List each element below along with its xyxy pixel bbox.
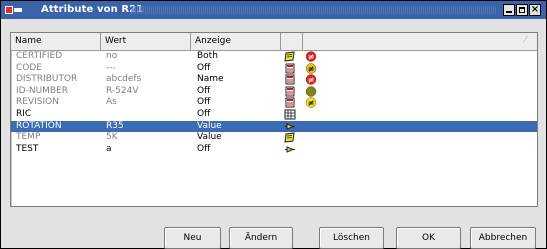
title-bar[interactable]: Attribute von R21 × [1,1,546,19]
not-equal-red-circle-icon: ≠ [305,74,317,85]
table-row[interactable]: REVISION As Off ≠ [11,97,537,109]
table-row[interactable]: TEMP 5K Value [11,132,537,144]
cell-name: REVISION [16,97,59,108]
not-equal-yellow-circle-icon: ≠ [305,62,317,74]
column-header-status[interactable] [303,33,537,50]
cell-anzeige: Value [197,120,222,131]
pin-icon[interactable] [284,121,296,132]
delete-button[interactable]: Löschen [319,227,384,249]
page-icon[interactable] [284,74,296,85]
cell-name: ID-NUMBER [16,85,69,96]
cell-wert: a [106,143,112,154]
page-icon[interactable] [284,97,296,108]
change-button[interactable]: Ändern [229,227,293,249]
cancel-button-label: Abbrechen [478,233,528,243]
delete-button-label: Löschen [333,233,370,243]
window-title: Attribute von R21 [41,4,144,15]
close-icon: × [530,4,540,15]
table-row[interactable]: TEST a Off [11,144,537,156]
cell-anzeige: Off [197,85,211,96]
table-row[interactable]: DISTRIBUTOR abcdefs Name ≠ [11,74,537,86]
title-bar-pattern [131,6,496,14]
cell-wert: 5K [106,132,118,143]
folder-note-icon[interactable] [284,51,296,62]
minimize-icon [506,11,512,13]
new-button-label: Neu [183,233,202,243]
not-equal-red-circle-icon: ≠ [305,51,317,62]
close-button[interactable]: × [529,4,541,16]
column-header-anzeige[interactable]: Anzeige [191,33,281,50]
table-row[interactable]: CERTIFIED no Both ≠ [11,51,537,63]
ok-button[interactable]: OK [396,227,461,249]
change-button-label: Ändern [244,233,278,243]
cell-name: CERTIFIED [16,51,63,61]
svg-text:≠: ≠ [308,64,315,73]
attribute-table: Name Wert Anzeige ⁄ CERTIFIED no Both ≠ CODE… [10,32,538,207]
table-row[interactable]: CODE --- Off ≠ [11,63,537,75]
cell-anzeige: Name [197,74,224,85]
cell-name: RIC [16,108,32,119]
page-icon[interactable] [284,86,296,97]
minimize-button[interactable] [503,4,515,16]
cell-wert: R-524V [106,85,139,96]
cell-name: ROTATION [16,120,62,131]
cell-name: TEST [16,143,39,154]
cell-name: DISTRIBUTOR [16,74,78,85]
cell-wert: R35 [106,120,124,131]
new-button[interactable]: Neu [164,227,221,249]
table-row[interactable]: ID-NUMBER R-524V Off [11,86,537,98]
ok-button-label: OK [422,233,435,243]
column-header-wert[interactable]: Wert [101,33,191,50]
cell-name: CODE [16,62,42,73]
table-body: CERTIFIED no Both ≠ CODE --- Off ≠ DISTRIBUTOR ab… [11,51,537,155]
olive-circle-icon [305,86,317,97]
window-menu-icon[interactable] [5,5,23,15]
cancel-button[interactable]: Abbrechen [470,227,536,249]
cell-name: TEMP [16,132,41,143]
grid-icon[interactable] [284,109,296,120]
folder-note-icon[interactable] [284,132,296,143]
svg-text:≠: ≠ [308,53,315,62]
column-sort-icon: ⁄ [524,35,526,46]
cell-anzeige: Both [197,51,218,61]
cell-wert: abcdefs [106,74,142,85]
attribute-dialog: Attribute von R21 × Name Wert Anzeige ⁄ … [0,0,547,249]
table-row[interactable]: RIC Off [11,109,537,121]
table-header: Name Wert Anzeige ⁄ [11,33,537,51]
column-header-icon[interactable] [281,33,303,50]
page-icon[interactable] [284,63,296,74]
cell-anzeige: Off [197,143,211,154]
pin-icon[interactable] [284,144,296,155]
maximize-icon [519,7,525,13]
svg-text:≠: ≠ [308,76,315,85]
cell-anzeige: Off [197,97,211,108]
cell-anzeige: Off [197,62,211,73]
cell-anzeige: Off [197,108,211,119]
cell-wert: As [106,97,117,108]
not-equal-yellow-circle-icon: ≠ [305,97,317,109]
cell-wert: --- [106,62,116,73]
cell-anzeige: Value [197,132,222,143]
svg-text:≠: ≠ [308,99,315,108]
cell-wert: no [106,51,118,61]
maximize-button[interactable] [516,4,528,16]
dialog-content: Name Wert Anzeige ⁄ CERTIFIED no Both ≠ CODE… [1,19,546,249]
table-row[interactable]: ROTATION R35 Value [11,120,537,133]
column-header-name[interactable]: Name [11,33,101,50]
